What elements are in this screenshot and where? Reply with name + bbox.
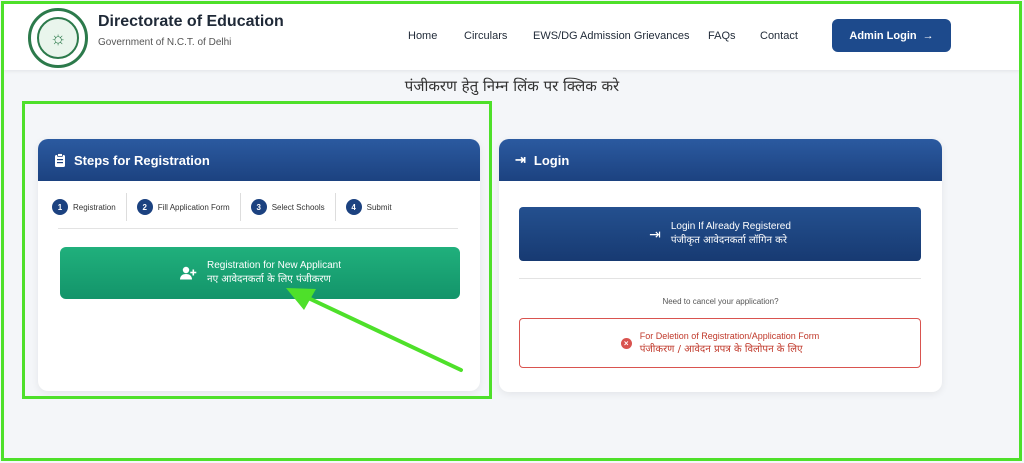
admin-login-button[interactable]: Admin Login → — [832, 19, 951, 52]
add-user-icon — [180, 266, 197, 280]
login-card-header: ⇥ Login — [499, 139, 942, 181]
close-circle-icon: × — [620, 337, 632, 349]
site-header: ☼ Directorate of Education Government of… — [4, 4, 1020, 70]
nav-contact[interactable]: Contact — [760, 30, 798, 42]
arrow-right-icon: → — [922, 29, 934, 42]
registration-card-title: Steps for Registration — [74, 152, 210, 168]
new-applicant-registration-button[interactable]: Registration for New Applicant नए आवेदनक… — [60, 247, 460, 299]
registration-steps: 1 Registration 2 Fill Application Form 3… — [52, 192, 466, 222]
registration-card: Steps for Registration 1 Registration 2 … — [38, 139, 480, 391]
login-label-hi: पंजीकृत आवेदनकर्ता लॉगिन करे — [670, 235, 787, 246]
login-card: ⇥ Login ⇥ Login If Already Registered पं… — [499, 139, 942, 392]
nav-home[interactable]: Home — [408, 30, 437, 42]
new-applicant-label-en: Registration for New Applicant — [207, 260, 341, 271]
steps-divider — [58, 228, 458, 229]
nav-faqs[interactable]: FAQs — [708, 30, 736, 42]
step-number: 3 — [250, 199, 267, 215]
delete-label-hi: पंजीकरण / आवेदन प्रपत्र के विलोपन के लिए — [639, 344, 803, 355]
clipboard-icon — [55, 153, 65, 167]
step-label: Submit — [366, 202, 392, 212]
site-subtitle: Government of N.C.T. of Delhi — [98, 37, 232, 48]
login-registered-button[interactable]: ⇥ Login If Already Registered पंजीकृत आव… — [519, 207, 921, 261]
step-fill-application: 2 Fill Application Form — [136, 193, 241, 221]
nav-circulars[interactable]: Circulars — [464, 30, 507, 42]
step-number: 2 — [136, 199, 153, 215]
step-label: Registration — [73, 202, 116, 212]
delete-application-button[interactable]: × For Deletion of Registration/Applicati… — [519, 318, 921, 368]
login-divider — [519, 278, 921, 279]
step-registration: 1 Registration — [52, 193, 127, 221]
sign-in-icon: ⇥ — [649, 225, 661, 242]
sign-in-icon: ⇥ — [515, 152, 526, 167]
page-heading: पंजीकरण हेतु निम्न लिंक पर क्लिक करे — [404, 77, 620, 95]
step-label: Fill Application Form — [157, 202, 230, 212]
nav-ews-dg-grievances[interactable]: EWS/DG Admission Grievances — [533, 30, 690, 42]
new-applicant-label-hi: नए आवेदनकर्ता के लिए पंजीकरण — [207, 274, 331, 285]
cancel-note: Need to cancel your application? — [662, 297, 779, 306]
registration-card-header: Steps for Registration — [38, 139, 480, 181]
delete-label-en: For Deletion of Registration/Application… — [639, 331, 820, 341]
step-label: Select Schools — [271, 202, 325, 212]
step-number: 4 — [345, 199, 362, 215]
emblem-icon: ☼ — [37, 17, 79, 59]
step-submit: 4 Submit — [345, 193, 402, 221]
site-title: Directorate of Education — [98, 13, 284, 30]
admin-login-label: Admin Login — [849, 29, 917, 42]
login-label-en: Login If Already Registered — [670, 221, 791, 232]
step-select-schools: 3 Select Schools — [250, 193, 336, 221]
login-card-title: Login — [533, 152, 570, 168]
step-number: 1 — [52, 199, 68, 215]
doe-logo[interactable]: ☼ — [28, 8, 88, 68]
